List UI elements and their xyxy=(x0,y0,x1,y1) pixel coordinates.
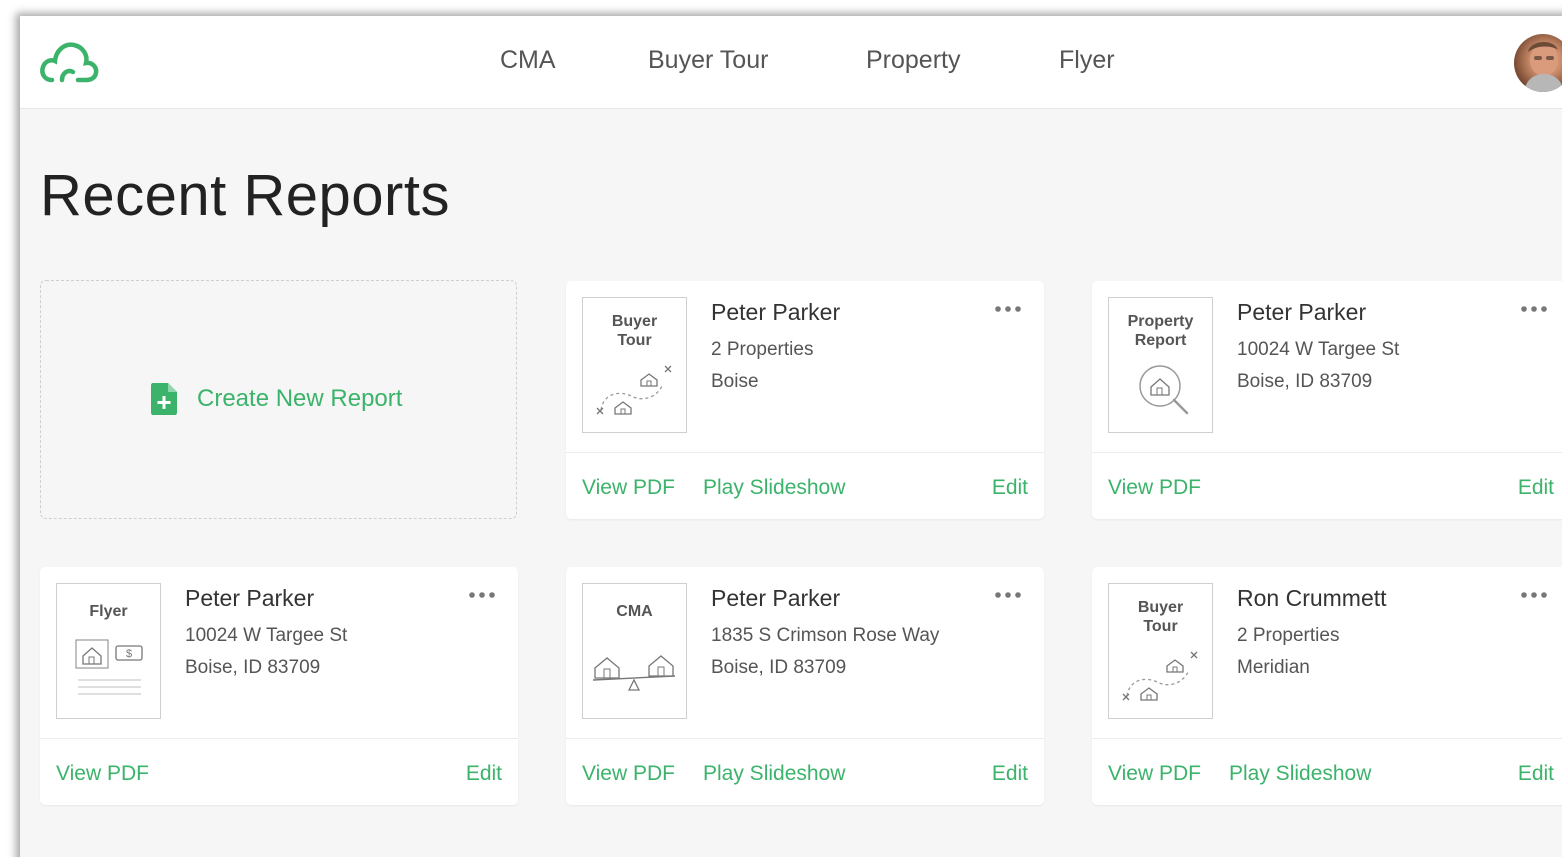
create-new-report-label: Create New Report xyxy=(197,385,403,412)
buyer-tour-map-icon xyxy=(1122,651,1198,701)
report-detail-line1: 1835 S Crimson Rose Way xyxy=(711,625,940,646)
view-pdf-link[interactable]: View PDF xyxy=(582,762,675,786)
edit-link[interactable]: Edit xyxy=(1518,476,1554,500)
card-footer: View PDF Play Slideshow Edit xyxy=(566,738,1044,805)
property-search-icon xyxy=(1139,365,1189,415)
edit-link[interactable]: Edit xyxy=(466,762,502,786)
card-footer: View PDF Edit xyxy=(40,738,518,805)
report-card-cma: CMA Peter Parker 1835 S Crimson Rose Way… xyxy=(566,567,1044,805)
card-footer: View PDF Edit xyxy=(1092,452,1562,519)
report-detail-line1: 10024 W Targee St xyxy=(1237,339,1400,360)
view-pdf-link[interactable]: View PDF xyxy=(1108,476,1201,500)
flyer-house-price-icon: $ xyxy=(75,639,143,695)
client-name: Peter Parker xyxy=(185,585,315,611)
more-options-icon[interactable] xyxy=(994,305,1022,313)
nav-cma[interactable]: CMA xyxy=(500,46,556,75)
edit-link[interactable]: Edit xyxy=(992,476,1028,500)
client-name: Peter Parker xyxy=(711,585,841,611)
nav-buyer-tour[interactable]: Buyer Tour xyxy=(648,46,768,75)
play-slideshow-link[interactable]: Play Slideshow xyxy=(1229,762,1371,786)
report-detail-line2: Boise, ID 83709 xyxy=(185,657,321,678)
more-options-icon[interactable] xyxy=(1520,305,1548,313)
report-thumbnail[interactable]: Buyer Tour xyxy=(582,297,687,433)
view-pdf-link[interactable]: View PDF xyxy=(582,476,675,500)
report-detail-line2: Meridian xyxy=(1237,657,1310,678)
more-options-icon[interactable] xyxy=(994,591,1022,599)
edit-link[interactable]: Edit xyxy=(992,762,1028,786)
card-footer: View PDF Play Slideshow Edit xyxy=(1092,738,1562,805)
svg-text:$: $ xyxy=(126,648,132,660)
create-new-report-card[interactable]: Create New Report xyxy=(40,280,517,519)
report-thumbnail[interactable]: Buyer Tour xyxy=(1108,583,1213,719)
buyer-tour-map-icon xyxy=(596,365,672,415)
more-options-icon[interactable] xyxy=(468,591,496,599)
client-name: Ron Crummett xyxy=(1237,585,1387,611)
report-thumbnail[interactable]: Property Report xyxy=(1108,297,1213,433)
report-card-property: Property Report Peter Parker 10024 W Targ… xyxy=(1092,281,1562,519)
play-slideshow-link[interactable]: Play Slideshow xyxy=(703,762,845,786)
cloud-logo-icon[interactable] xyxy=(40,36,100,86)
edit-link[interactable]: Edit xyxy=(1518,762,1554,786)
create-new-report-button[interactable]: Create New Report xyxy=(151,383,402,415)
report-detail-line2: Boise, ID 83709 xyxy=(1237,371,1373,392)
client-name: Peter Parker xyxy=(1237,299,1367,325)
report-detail-line1: 2 Properties xyxy=(1237,625,1340,646)
avatar-face-icon xyxy=(1524,41,1562,92)
page-title: Recent Reports xyxy=(40,163,450,228)
report-card-flyer: Flyer $ Peter Parker 10024 W Targee St B… xyxy=(40,567,518,805)
cma-scale-icon xyxy=(592,655,676,691)
client-name: Peter Parker xyxy=(711,299,841,325)
report-detail-line1: 10024 W Targee St xyxy=(185,625,348,646)
app-window: CMA Buyer Tour Property Flyer Recent Rep… xyxy=(20,16,1562,857)
report-card-buyer-tour: Buyer Tour Ron Crummett 2 Properties Meri… xyxy=(1092,567,1562,805)
report-thumbnail[interactable]: Flyer $ xyxy=(56,583,161,719)
nav-property[interactable]: Property xyxy=(866,46,960,75)
report-detail-line2: Boise, ID 83709 xyxy=(711,657,847,678)
report-detail-line1: 2 Properties xyxy=(711,339,814,360)
report-detail-line2: Boise xyxy=(711,371,759,392)
report-thumbnail[interactable]: CMA xyxy=(582,583,687,719)
more-options-icon[interactable] xyxy=(1520,591,1548,599)
new-file-plus-icon xyxy=(151,383,177,415)
view-pdf-link[interactable]: View PDF xyxy=(56,762,149,786)
card-footer: View PDF Play Slideshow Edit xyxy=(566,452,1044,519)
user-avatar[interactable] xyxy=(1514,34,1562,92)
report-card-buyer-tour: Buyer Tour Peter Parker 2 Properties Bois… xyxy=(566,281,1044,519)
view-pdf-link[interactable]: View PDF xyxy=(1108,762,1201,786)
nav-flyer[interactable]: Flyer xyxy=(1059,46,1115,75)
top-nav-bar: CMA Buyer Tour Property Flyer xyxy=(20,16,1562,109)
play-slideshow-link[interactable]: Play Slideshow xyxy=(703,476,845,500)
